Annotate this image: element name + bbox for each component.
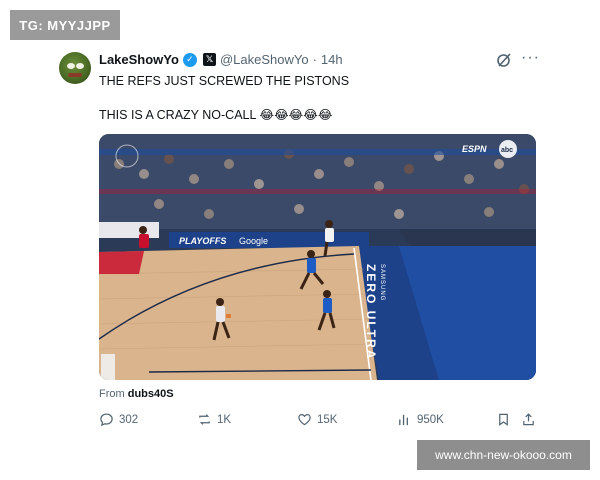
x-affiliate-icon: 𝕏 (202, 53, 216, 66)
action-bar: 302 1K 15K 950K (99, 412, 539, 432)
abc-logo: abc (501, 147, 513, 154)
views-button[interactable]: 950K (397, 412, 444, 427)
separator-dot: · (312, 52, 317, 67)
video-source: From dubs40S (99, 388, 174, 400)
views-chart-icon (399, 414, 408, 426)
court-logo-sub: SAMSUNG (379, 264, 385, 301)
reply-button[interactable]: 302 (99, 412, 138, 427)
from-source-link[interactable]: dubs40S (128, 388, 174, 400)
tweet-text: THE REFS JUST SCREWED THE PISTONS THIS I… (99, 73, 349, 124)
share-icon (523, 413, 534, 426)
display-name[interactable]: LakeShowYo (99, 52, 179, 67)
heart-icon (298, 414, 311, 426)
espn-logo: ESPN (462, 144, 487, 154)
verified-badge-icon: ✓ (182, 52, 197, 67)
tweet-header: LakeShowYo ✓ 𝕏 @LakeShowYo · 14h (99, 52, 343, 67)
court-logo-text: ZERO ULTRA (364, 264, 378, 360)
ad-board-google: Google (239, 236, 268, 246)
repost-icon (199, 414, 210, 425)
like-button[interactable]: 15K (297, 412, 337, 427)
tweet-card: LakeShowYo ✓ 𝕏 @LakeShowYo · 14h ··· THE… (55, 40, 550, 440)
tweet-text-line-2: THIS IS A CRAZY NO-CALL 😂😂😂😂😂 (99, 108, 333, 122)
grok-icon[interactable] (495, 51, 513, 69)
user-handle[interactable]: @LakeShowYo (220, 52, 309, 67)
repost-button[interactable]: 1K (197, 412, 231, 427)
bookmark-icon (499, 413, 508, 426)
tweet-video[interactable]: PLAYOFFS Google ZERO ULTRA SAMSUNG ESPN … (99, 134, 536, 380)
share-button[interactable] (521, 412, 536, 427)
timestamp[interactable]: 14h (321, 52, 343, 67)
bookmark-button[interactable] (496, 412, 511, 427)
ad-board-playoffs: PLAYOFFS (179, 236, 226, 246)
watermark-top-left: TG: MYYJJPP (10, 10, 120, 40)
watermark-bottom-right: www.chn-new-okooo.com (417, 440, 590, 470)
reply-count: 302 (119, 413, 139, 426)
tweet-text-line-1: THE REFS JUST SCREWED THE PISTONS (99, 74, 350, 88)
avatar[interactable] (59, 52, 91, 84)
view-count: 950K (417, 413, 444, 426)
more-options-icon[interactable]: ··· (521, 50, 539, 69)
like-count: 15K (317, 413, 338, 426)
from-label: From (99, 388, 125, 400)
repost-count: 1K (217, 413, 232, 426)
reply-icon (100, 413, 113, 427)
